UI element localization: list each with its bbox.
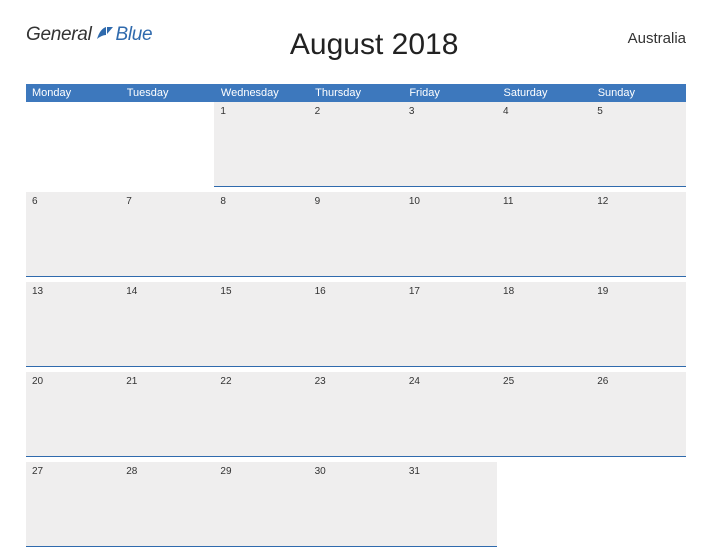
day-cell: 9 <box>309 192 403 276</box>
logo-text-general: General <box>26 24 92 46</box>
day-cell: 2 <box>309 102 403 186</box>
day-cell-empty <box>26 102 120 186</box>
day-cell: 21 <box>120 372 214 456</box>
region-label: Australia <box>596 20 686 47</box>
day-cell: 12 <box>591 192 685 276</box>
calendar-grid: Monday Tuesday Wednesday Thursday Friday… <box>26 84 686 547</box>
day-cell: 5 <box>591 102 685 186</box>
day-cell-empty <box>497 462 591 546</box>
week-row: 1 2 3 4 5 <box>26 102 686 186</box>
day-cell: 19 <box>591 282 685 366</box>
day-cell: 31 <box>403 462 497 546</box>
week-row: 27 28 29 30 31 <box>26 462 686 546</box>
day-header: Tuesday <box>120 84 214 102</box>
day-cell: 20 <box>26 372 120 456</box>
week-row: 20 21 22 23 24 25 26 <box>26 372 686 456</box>
calendar-body: 1 2 3 4 5 6 7 8 9 10 11 12 13 14 15 16 1… <box>26 102 686 546</box>
day-cell: 10 <box>403 192 497 276</box>
day-cell: 17 <box>403 282 497 366</box>
day-cell: 13 <box>26 282 120 366</box>
week-row: 6 7 8 9 10 11 12 <box>26 192 686 276</box>
day-header-row: Monday Tuesday Wednesday Thursday Friday… <box>26 84 686 102</box>
logo: General Blue <box>26 20 152 46</box>
day-cell-empty <box>591 462 685 546</box>
day-cell: 1 <box>214 102 308 186</box>
day-header: Saturday <box>497 84 591 102</box>
day-header: Sunday <box>591 84 685 102</box>
day-cell: 26 <box>591 372 685 456</box>
day-cell: 6 <box>26 192 120 276</box>
calendar-title: August 2018 <box>152 20 596 62</box>
day-cell: 28 <box>120 462 214 546</box>
day-cell: 7 <box>120 192 214 276</box>
day-cell: 11 <box>497 192 591 276</box>
day-cell: 15 <box>214 282 308 366</box>
day-header: Monday <box>26 84 120 102</box>
day-cell-empty <box>120 102 214 186</box>
day-cell: 4 <box>497 102 591 186</box>
day-cell: 18 <box>497 282 591 366</box>
day-cell: 25 <box>497 372 591 456</box>
calendar-header: General Blue August 2018 Australia <box>26 20 686 72</box>
day-cell: 30 <box>309 462 403 546</box>
day-cell: 24 <box>403 372 497 456</box>
day-header: Thursday <box>309 84 403 102</box>
day-cell: 3 <box>403 102 497 186</box>
logo-text-blue: Blue <box>116 24 153 46</box>
day-cell: 29 <box>214 462 308 546</box>
day-cell: 16 <box>309 282 403 366</box>
day-cell: 22 <box>214 372 308 456</box>
day-cell: 27 <box>26 462 120 546</box>
logo-swoosh-icon <box>96 25 114 46</box>
day-cell: 14 <box>120 282 214 366</box>
day-header: Wednesday <box>214 84 308 102</box>
week-row: 13 14 15 16 17 18 19 <box>26 282 686 366</box>
day-cell: 8 <box>214 192 308 276</box>
day-header: Friday <box>403 84 497 102</box>
day-cell: 23 <box>309 372 403 456</box>
